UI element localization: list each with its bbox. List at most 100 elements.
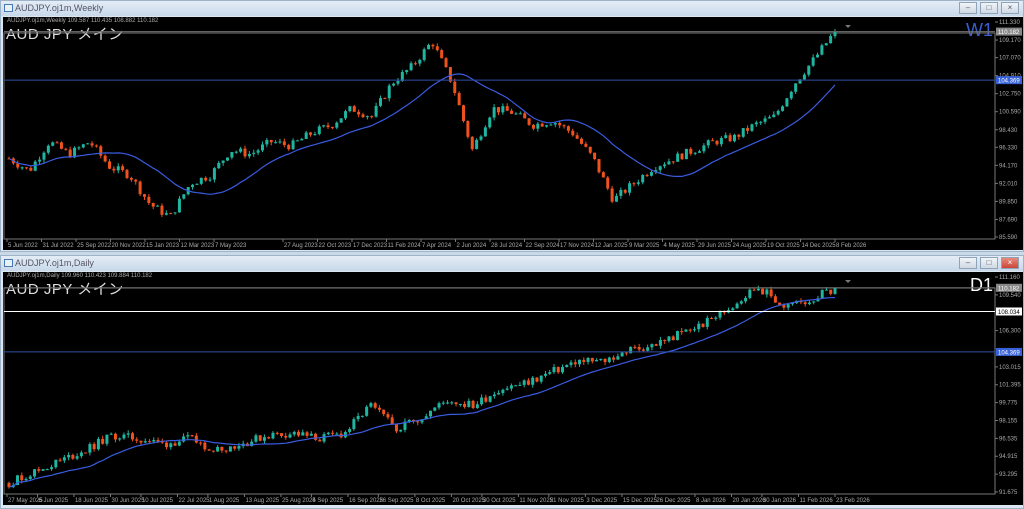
price-chart-canvas[interactable]: 111.330109.170107.070104.910102.750100.5… — [3, 17, 1023, 250]
candle-bullish — [505, 388, 509, 390]
candle-bullish — [785, 98, 789, 107]
candle-bearish — [580, 138, 584, 144]
candle-bullish — [67, 454, 71, 458]
candle-bullish — [599, 358, 603, 360]
candle-bullish — [824, 43, 828, 46]
candle-bearish — [24, 167, 28, 169]
candle-bearish — [390, 417, 394, 425]
candle-bullish — [374, 105, 378, 117]
candle-bullish — [177, 198, 181, 213]
price-line-label: 110.182 — [998, 286, 1020, 292]
candle-bearish — [623, 189, 627, 193]
price-chart-canvas[interactable]: 111.160 109.540 106.300 103.015 101.395 99.77… — [3, 272, 1023, 505]
candle-bullish — [313, 134, 317, 136]
time-tick-label: 26 Sep 2025 — [379, 498, 414, 504]
price-line-label: 104.369 — [998, 79, 1020, 85]
close-button[interactable]: × — [1001, 257, 1019, 269]
candle-bearish — [383, 98, 387, 100]
candle-bullish — [475, 139, 479, 150]
candle-bearish — [663, 340, 667, 342]
window-title: AUDJPY.oj1m,Daily — [15, 258, 94, 268]
window-title-bar[interactable]: AUDJPY.oj1m,Daily – □ × — [1, 256, 1023, 271]
candle-bullish — [186, 435, 190, 437]
candle-bearish — [680, 331, 684, 333]
chart-window-icon — [4, 259, 13, 267]
candle-bearish — [637, 347, 641, 350]
candle-bullish — [418, 59, 422, 64]
candle-bullish — [522, 380, 526, 385]
chart-shift-marker-icon[interactable] — [845, 25, 851, 28]
candle-bearish — [457, 93, 461, 106]
candle-bullish — [816, 54, 820, 58]
candle-bullish — [820, 45, 824, 55]
candle-bearish — [330, 127, 334, 129]
candle-bearish — [782, 304, 786, 308]
candle-bullish — [667, 336, 671, 342]
candle-bearish — [440, 50, 444, 59]
minimize-button[interactable]: – — [959, 257, 977, 269]
candle-bearish — [689, 148, 693, 154]
maximize-button[interactable]: □ — [980, 2, 998, 14]
candle-bearish — [803, 302, 807, 305]
candle-bearish — [129, 178, 133, 180]
candle-bearish — [540, 123, 544, 127]
candle-bearish — [139, 440, 143, 443]
candle-bullish — [446, 402, 450, 404]
moving-average-line — [8, 73, 836, 195]
weekly-chart[interactable]: AUDJPY.oj1m,Weekly 109.587 110.435 108.8… — [3, 17, 1023, 250]
candle-bullish — [352, 419, 356, 430]
time-tick-label: 4 May 2025 — [664, 243, 696, 249]
candle-bearish — [761, 288, 765, 295]
candle-bullish — [254, 435, 258, 442]
candle-bullish — [553, 123, 557, 125]
candle-bullish — [344, 111, 348, 119]
candle-bearish — [130, 433, 134, 440]
candle-bullish — [322, 125, 326, 127]
maximize-button[interactable]: □ — [980, 257, 998, 269]
candle-bearish — [711, 140, 715, 142]
candle-bearish — [194, 435, 198, 443]
daily-chart[interactable]: AUDJPY.oj1m,Daily 109.960 110.423 109.88… — [3, 272, 1023, 505]
weekly-chart-window[interactable]: AUDJPY.oj1m,Weekly – □ × AUDJPY.oj1m,Weekl… — [0, 0, 1024, 252]
candle-bearish — [769, 289, 773, 297]
price-tick-label: 96.330 — [999, 145, 1018, 151]
candle-bearish — [394, 424, 398, 432]
candle-bullish — [226, 157, 230, 161]
chart-shift-marker-icon[interactable] — [845, 280, 851, 283]
candle-bearish — [462, 105, 466, 122]
candle-bullish — [122, 434, 126, 439]
time-tick-label: 3 Dec 2025 — [586, 498, 617, 504]
candle-bearish — [169, 213, 173, 215]
candle-bullish — [369, 403, 373, 407]
price-tick-label: 85.590 — [999, 235, 1018, 241]
time-tick-label: 6 Jun 2025 — [38, 498, 68, 504]
price-tick-label: 98.155 — [999, 418, 1018, 424]
close-button[interactable]: × — [1001, 2, 1019, 14]
price-tick-label: 87.690 — [999, 217, 1018, 223]
candle-bullish — [427, 44, 431, 50]
candle-bullish — [278, 141, 282, 143]
candle-bullish — [518, 113, 522, 115]
candle-bullish — [271, 432, 275, 439]
candle-bullish — [698, 151, 702, 153]
candle-bullish — [480, 397, 484, 405]
candle-bearish — [370, 116, 374, 118]
time-tick-label: 24 Aug 2025 — [733, 243, 767, 249]
candle-bullish — [216, 446, 220, 452]
candle-bearish — [275, 432, 279, 434]
time-tick-label: 7 May 2023 — [215, 243, 247, 249]
candle-bearish — [556, 367, 560, 373]
candle-bullish — [536, 123, 540, 129]
candle-bearish — [314, 433, 318, 440]
candle-bearish — [211, 450, 215, 452]
candle-bullish — [833, 287, 837, 294]
candle-bullish — [565, 364, 569, 368]
window-title-bar[interactable]: AUDJPY.oj1m,Weekly – □ × — [1, 1, 1023, 16]
candle-bullish — [719, 137, 723, 145]
candle-bullish — [802, 74, 806, 80]
candle-bullish — [531, 377, 535, 385]
daily-chart-window[interactable]: AUDJPY.oj1m,Daily – □ × AUDJPY.oj1m,Daily … — [0, 255, 1024, 509]
candle-bullish — [208, 179, 212, 181]
candle-bullish — [230, 151, 234, 158]
minimize-button[interactable]: – — [959, 2, 977, 14]
